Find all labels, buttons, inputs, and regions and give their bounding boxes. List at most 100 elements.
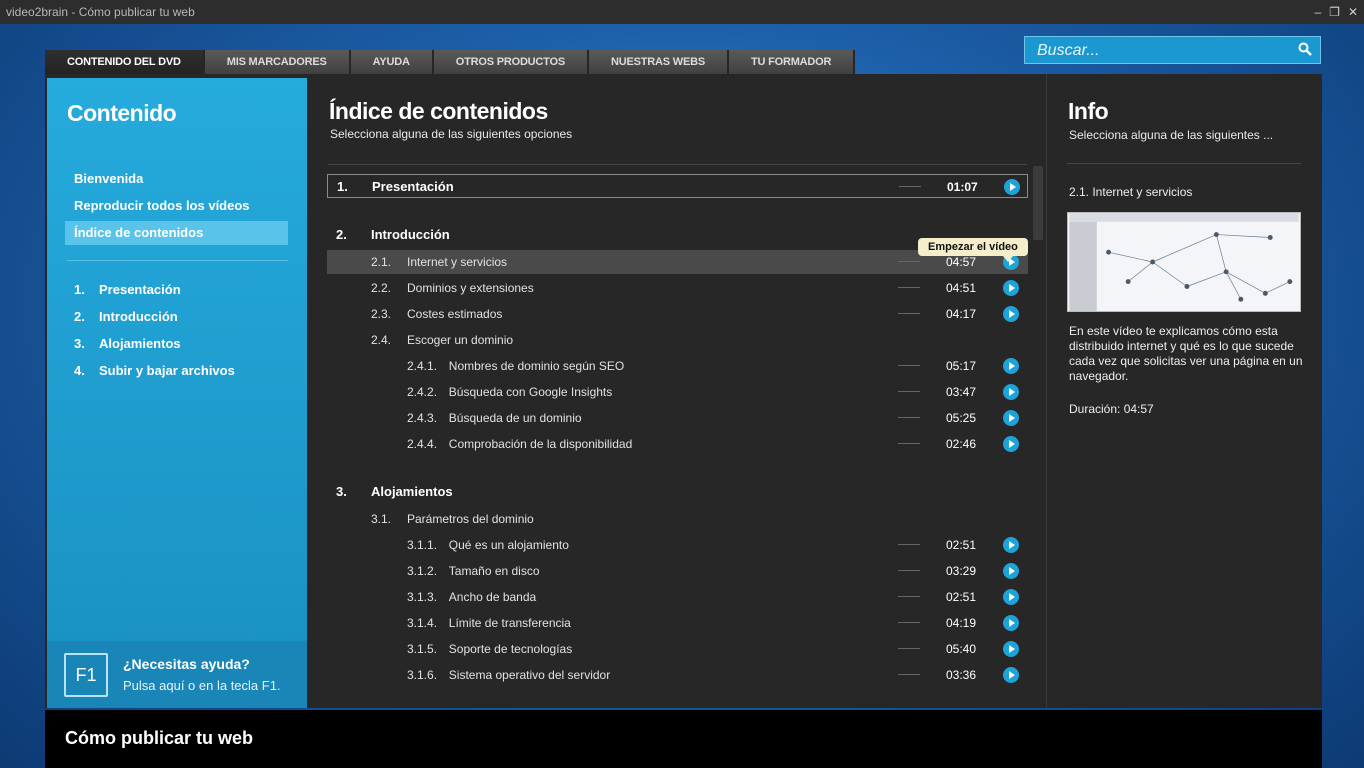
info-video-title: 2.1. Internet y servicios: [1069, 185, 1193, 199]
progress-line: [898, 674, 920, 675]
toc-row-duration: 02:46: [946, 437, 977, 451]
toc-row-label: Comprobación de la disponibilidad: [448, 437, 633, 451]
toc-row[interactable]: 1. Presentación 01:07: [327, 174, 1028, 198]
toc-row-label: Tamaño en disco: [448, 564, 540, 578]
nav-item-indice[interactable]: Índice de contenidos: [65, 221, 288, 245]
toc-row[interactable]: 3.1.1. Qué es un alojamiento 02:51: [327, 533, 1028, 557]
toc-row-label: Introducción: [371, 227, 450, 242]
toc-row[interactable]: 2.2. Dominios y extensiones 04:51: [327, 276, 1028, 300]
play-icon[interactable]: [1004, 179, 1020, 195]
top-tabs: CONTENIDO DEL DVD MIS MARCADORES AYUDA O…: [45, 50, 856, 74]
close-button[interactable]: ✕: [1348, 0, 1358, 24]
toc-row-label: Internet y servicios: [407, 255, 508, 269]
play-icon[interactable]: [1003, 358, 1019, 374]
toc-row-label: Costes estimados: [407, 307, 503, 321]
toc-row-number: 2.4.1.: [407, 359, 438, 373]
toc-row-label: Búsqueda con Google Insights: [448, 385, 613, 399]
page-title: Índice de contenidos: [329, 98, 548, 124]
toc-row-label: Alojamientos: [371, 484, 453, 499]
toc-row-duration: 03:29: [946, 564, 977, 578]
toc-row[interactable]: 3.1.6. Sistema operativo del servidor 03:3…: [327, 663, 1028, 687]
tab-mis-marcadores[interactable]: MIS MARCADORES: [204, 50, 351, 74]
info-subtitle: Selecciona alguna de las siguientes ...: [1069, 128, 1274, 142]
toc-row-label: Qué es un alojamiento: [448, 538, 569, 552]
toc-row[interactable]: 2.4. Escoger un dominio: [327, 328, 1028, 352]
page-subtitle: Selecciona alguna de las siguientes opci…: [330, 127, 573, 141]
sidebar-divider: [67, 260, 288, 261]
help-text: Pulsa aquí o en la tecla F1.: [123, 678, 281, 693]
toc-row-number: 3.1.6.: [407, 668, 438, 682]
sidebar-chapter[interactable]: 1. Presentación: [74, 282, 181, 297]
play-icon[interactable]: [1003, 641, 1019, 657]
toc-row-duration: 03:36: [946, 668, 977, 682]
play-icon[interactable]: [1003, 436, 1019, 452]
nav-item-reproducir-todos[interactable]: Reproducir todos los vídeos: [65, 194, 288, 218]
tab-otros-productos[interactable]: OTROS PRODUCTOS: [433, 50, 589, 74]
nav-item-bienvenida[interactable]: Bienvenida: [65, 167, 288, 191]
scrollbar[interactable]: [1032, 166, 1044, 708]
help-title: ¿Necesitas ayuda?: [123, 656, 250, 672]
toc-row-duration: 05:17: [946, 359, 977, 373]
play-icon[interactable]: [1003, 537, 1019, 553]
toc-row[interactable]: 2.4.1. Nombres de dominio según SEO 05:17: [327, 354, 1028, 378]
help-box[interactable]: F1 ¿Necesitas ayuda? Pulsa aquí o en la …: [47, 641, 307, 708]
toc-row[interactable]: 2.4.4. Comprobación de la disponibilidad 0…: [327, 432, 1028, 456]
sidebar-chapter[interactable]: 4. Subir y bajar archivos: [74, 363, 235, 378]
play-icon[interactable]: [1003, 410, 1019, 426]
tab-ayuda[interactable]: AYUDA: [350, 50, 434, 74]
play-icon[interactable]: [1003, 563, 1019, 579]
toc-row-number: 3.1.5.: [407, 642, 438, 656]
toc-row[interactable]: 3.1.5. Soporte de tecnologías 05:40: [327, 637, 1028, 661]
play-icon[interactable]: [1003, 589, 1019, 605]
progress-line: [898, 391, 920, 392]
play-icon[interactable]: [1003, 667, 1019, 683]
toc-row[interactable]: 2.4.3. Búsqueda de un dominio 05:25: [327, 406, 1028, 430]
toc-row[interactable]: 2.4.2. Búsqueda con Google Insights 03:47: [327, 380, 1028, 404]
tab-tu-formador[interactable]: TU FORMADOR: [728, 50, 856, 74]
search-input[interactable]: [1035, 39, 1289, 63]
f1-key-icon: F1: [64, 653, 108, 697]
info-panel: Info Selecciona alguna de las siguientes…: [1046, 74, 1323, 708]
play-icon[interactable]: [1003, 306, 1019, 322]
toc-row-duration: 05:25: [946, 411, 977, 425]
toc-row-number: 2.4.: [371, 333, 392, 347]
play-icon[interactable]: [1003, 280, 1019, 296]
toc-row-label: Límite de transferencia: [448, 616, 571, 630]
toc-row[interactable]: 3.1.3. Ancho de banda 02:51: [327, 585, 1028, 609]
info-description: En este vídeo te explicamos cómo esta di…: [1069, 324, 1303, 383]
tab-nuestras-webs[interactable]: NUESTRAS WEBS: [589, 50, 729, 74]
toc-row[interactable]: 3.1. Parámetros del dominio: [327, 507, 1028, 531]
toc-row-duration: 01:07: [947, 180, 978, 194]
toc-row-label: Parámetros del dominio: [407, 512, 534, 526]
toc-row-label: Escoger un dominio: [407, 333, 514, 347]
play-icon[interactable]: [1003, 384, 1019, 400]
search-icon[interactable]: [1298, 42, 1312, 56]
toc-row-number: 2.4.3.: [407, 411, 438, 425]
toc-row-duration: 02:51: [946, 590, 977, 604]
sidebar-chapter[interactable]: 3. Alojamientos: [74, 336, 181, 351]
video-thumbnail[interactable]: [1067, 212, 1301, 312]
toc-row-number: 3.1.: [371, 512, 392, 526]
progress-line: [898, 313, 920, 314]
toc-row-label: Presentación: [372, 179, 454, 194]
progress-line: [898, 622, 920, 623]
toc-row[interactable]: 3.1.4. Límite de transferencia 04:19: [327, 611, 1028, 635]
toc-row[interactable]: 3. Alojamientos: [327, 480, 1028, 504]
toc-row[interactable]: 2.3. Costes estimados 04:17: [327, 302, 1028, 326]
window-controls: – ❐ ✕: [1314, 0, 1358, 24]
progress-line: [898, 417, 920, 418]
footer-bar: Cómo publicar tu web: [45, 710, 1322, 768]
maximize-button[interactable]: ❐: [1329, 0, 1340, 24]
sidebar-title: Contenido: [67, 100, 177, 126]
toc-row[interactable]: 3.1.2. Tamaño en disco 03:29: [327, 559, 1028, 583]
toc-row-label: Dominios y extensiones: [407, 281, 534, 295]
play-icon[interactable]: [1003, 615, 1019, 631]
progress-line: [898, 596, 920, 597]
toc-row-number: 3.1.2.: [407, 564, 438, 578]
scrollbar-thumb[interactable]: [1033, 166, 1043, 240]
sidebar-chapter[interactable]: 2. Introducción: [74, 309, 178, 324]
tab-contenido-dvd[interactable]: CONTENIDO DEL DVD: [45, 50, 205, 74]
play-tooltip: Empezar el vídeo: [918, 238, 1028, 262]
toc-row-number: 3.1.4.: [407, 616, 438, 630]
minimize-button[interactable]: –: [1314, 0, 1321, 24]
